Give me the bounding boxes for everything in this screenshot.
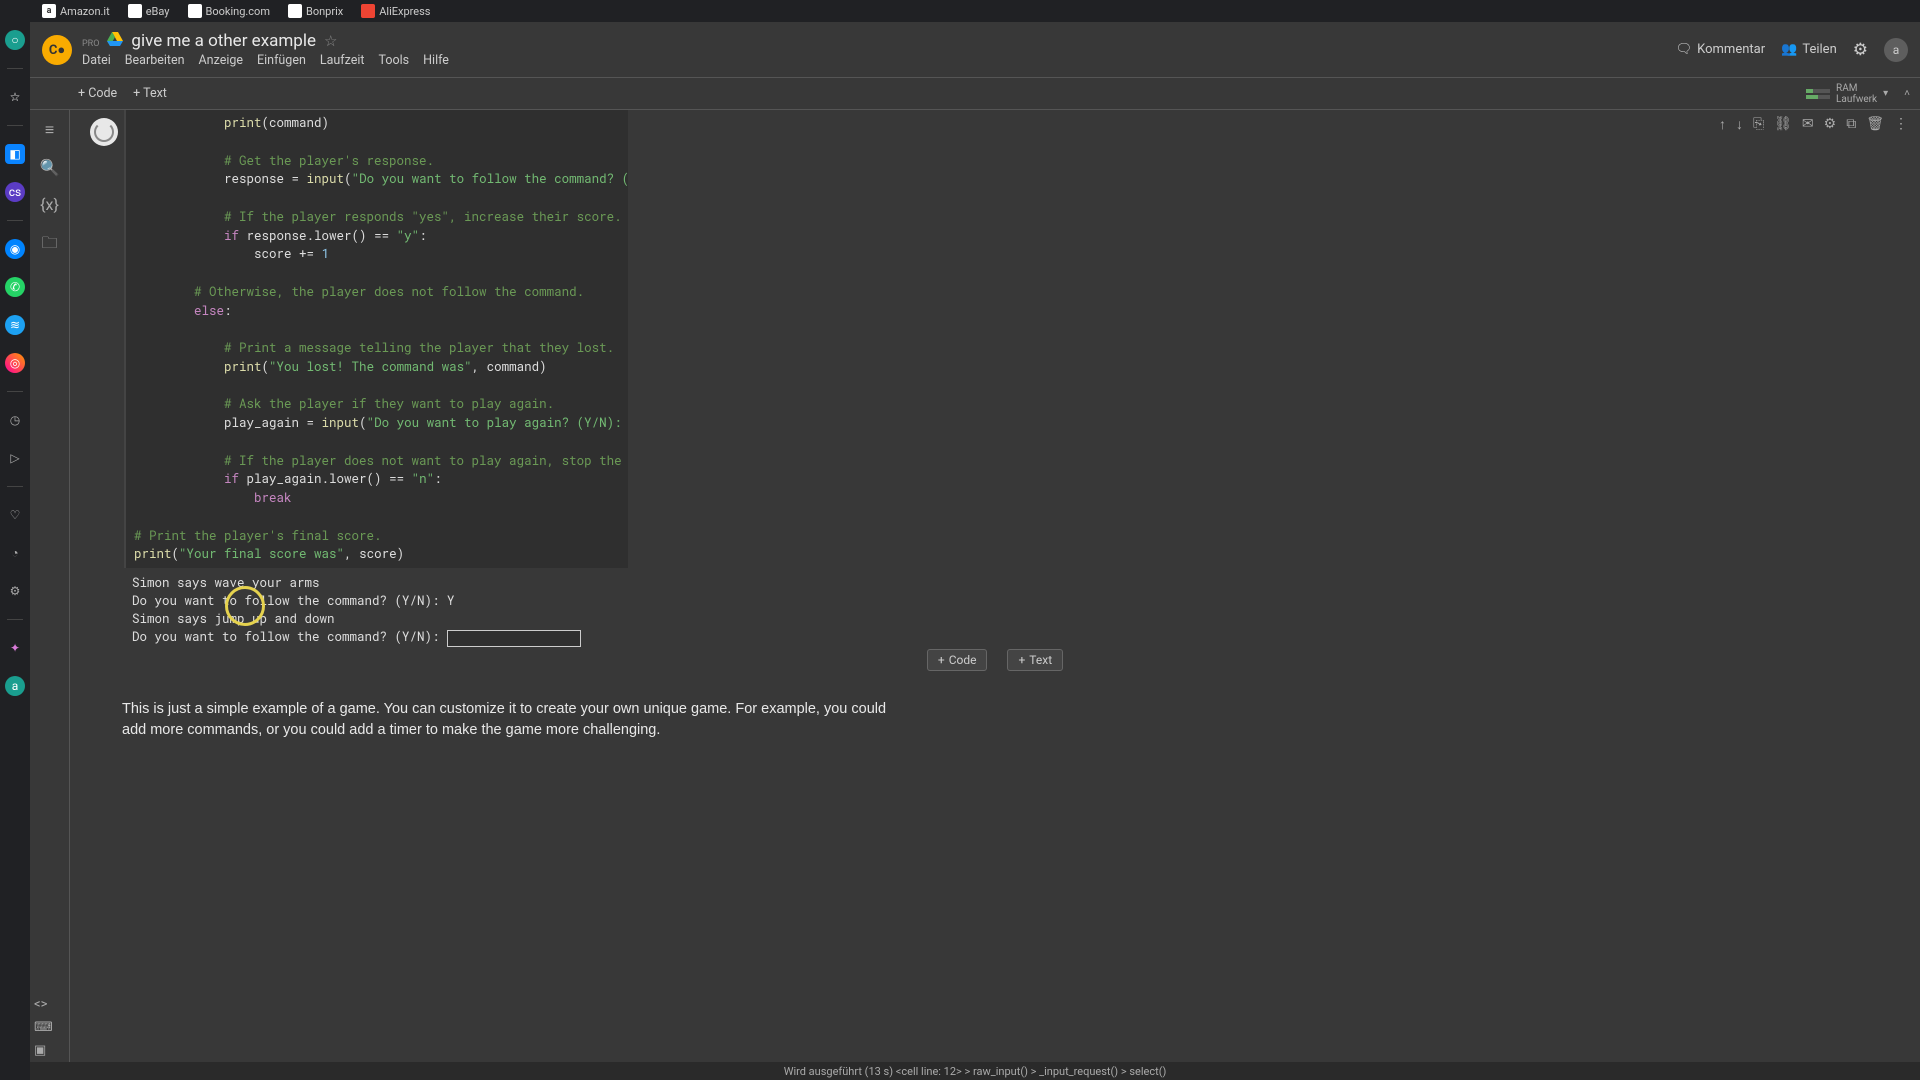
menu-bar: Datei Bearbeiten Anzeige Einfügen Laufzeit To… <box>82 53 1676 68</box>
rail-app-icon[interactable]: ○ <box>5 30 25 50</box>
rail-icon[interactable]: cs <box>5 182 25 202</box>
notebook-toolbar: + Code + Text RAMLaufwerk ▾ ˄ <box>30 78 1920 110</box>
menu-item[interactable]: Einfügen <box>257 53 306 68</box>
cell-action-icon[interactable]: 🗑 <box>1866 116 1884 133</box>
chevron-up-icon[interactable]: ˄ <box>1904 88 1910 99</box>
gear-icon[interactable]: ⚙ <box>1853 40 1868 60</box>
notebook-content: ↑ ↓ ⎘ ⛓ ✉ ⚙ ⧉ 🗑 ⋮ print(command) # Get the playe… <box>70 110 1920 1080</box>
rail-bell-icon[interactable]: ◔ <box>5 543 25 563</box>
bookmark-item[interactable]: a Amazon.it <box>36 4 116 18</box>
rail-gear-icon[interactable]: ⚙ <box>5 581 25 601</box>
colab-logo-icon[interactable]: C● <box>42 35 72 65</box>
cell-toolbar: ↑ ↓ ⎘ ⛓ ✉ ⚙ ⧉ 🗑 ⋮ <box>1719 116 1908 133</box>
cell-action-icon[interactable]: ⋮ <box>1894 116 1908 133</box>
colab-header: C● PRO give me a other example ☆ Datei Be… <box>30 22 1920 78</box>
folder-icon[interactable]: 🗀 <box>41 232 57 259</box>
bookmark-label: eBay <box>146 5 170 18</box>
favicon <box>128 4 142 18</box>
cell-action-icon[interactable]: ↓ <box>1736 116 1743 133</box>
menu-item[interactable]: Datei <box>82 53 111 68</box>
add-code-button[interactable]: + Code <box>78 86 117 101</box>
rail-clock-icon[interactable]: ◷ <box>5 410 25 430</box>
rail-avatar[interactable]: a <box>5 676 25 696</box>
rail-icon[interactable]: ◎ <box>5 353 25 373</box>
cell-output: Simon says wave your arms Do you want to… <box>124 568 1912 653</box>
insert-cell-band: +Code +Text <box>70 649 1920 671</box>
comment-icon: 🗨 <box>1676 42 1693 57</box>
status-bar: Wird ausgeführt (13 s) <cell line: 12> >… <box>30 1062 1920 1080</box>
cell-action-icon[interactable]: ⚙ <box>1824 116 1837 133</box>
menu-item[interactable]: Tools <box>379 53 410 68</box>
terminal-icon[interactable]: ▣ <box>34 1043 53 1058</box>
resource-indicator[interactable]: RAMLaufwerk ▾ ˄ <box>1806 83 1910 105</box>
insert-text-button[interactable]: +Text <box>1007 649 1063 671</box>
rail-heart-icon[interactable]: ♡ <box>5 505 25 525</box>
cell-action-icon[interactable]: ✉ <box>1802 116 1814 133</box>
rail-sparkle-icon[interactable]: ✦ <box>5 638 25 658</box>
left-sidebar-bottom: <> ⌨ ▣ <box>34 997 53 1058</box>
code-editor[interactable]: print(command) # Get the player's respon… <box>124 110 628 568</box>
bookmark-item[interactable]: eBay <box>122 4 176 18</box>
rail-icon[interactable]: ≋ <box>5 315 25 335</box>
add-text-button[interactable]: + Text <box>133 86 167 101</box>
left-sidebar: ≡ 🔍 {x} 🗀 <box>30 110 70 1080</box>
bookmark-label: Bonprix <box>306 5 343 18</box>
rail-icon[interactable]: ◉ <box>5 239 25 259</box>
browser-bookmarks-bar: a Amazon.it eBay Booking.com Bonprix AliExpre… <box>0 0 1920 22</box>
cell-action-icon[interactable]: ↑ <box>1719 116 1726 133</box>
favicon <box>288 4 302 18</box>
cell-action-icon[interactable]: ⧉ <box>1846 116 1856 133</box>
bookmark-item[interactable]: AliExpress <box>355 4 436 18</box>
insert-code-button[interactable]: +Code <box>927 649 988 671</box>
share-button[interactable]: 👥Teilen <box>1781 42 1837 57</box>
rail-icon[interactable]: ✆ <box>5 277 25 297</box>
run-cell-button[interactable] <box>90 118 118 146</box>
browser-side-rail: ○ ☆ ◧ cs ◉ ✆ ≋ ◎ ◷ ▷ ♡ ◔ ⚙ ✦ a <box>0 22 30 1080</box>
menu-item[interactable]: Anzeige <box>199 53 243 68</box>
comment-button[interactable]: 🗨Kommentar <box>1676 42 1766 57</box>
people-icon: 👥 <box>1781 42 1797 57</box>
cell-action-icon[interactable]: ⎘ <box>1753 116 1764 133</box>
chevron-down-icon[interactable]: ▾ <box>1883 88 1888 99</box>
bookmark-item[interactable]: Bonprix <box>282 4 349 18</box>
variables-icon[interactable]: {x} <box>40 195 59 214</box>
search-icon[interactable]: 🔍 <box>40 158 60 177</box>
drive-icon <box>107 32 123 50</box>
rail-icon[interactable]: ☆ <box>5 87 25 107</box>
pro-badge: PRO <box>82 39 99 49</box>
stdin-input[interactable] <box>447 630 581 647</box>
rail-icon[interactable]: ◧ <box>5 144 25 164</box>
bookmark-label: Amazon.it <box>60 5 110 18</box>
cell-action-icon[interactable]: ⛓ <box>1774 116 1792 133</box>
bookmark-label: Booking.com <box>206 5 270 18</box>
menu-item[interactable]: Bearbeiten <box>125 53 185 68</box>
bookmark-label: AliExpress <box>379 5 430 18</box>
toc-icon[interactable]: ≡ <box>45 120 54 140</box>
menu-item[interactable]: Hilfe <box>423 53 449 68</box>
star-icon[interactable]: ☆ <box>324 32 337 50</box>
spinner-icon <box>94 122 114 142</box>
rail-play-icon[interactable]: ▷ <box>5 448 25 468</box>
menu-item[interactable]: Laufzeit <box>320 53 365 68</box>
code-cell[interactable]: ↑ ↓ ⎘ ⛓ ✉ ⚙ ⧉ 🗑 ⋮ print(command) # Get the playe… <box>92 110 1912 653</box>
keyboard-icon[interactable]: ⌨ <box>34 1020 53 1035</box>
account-avatar[interactable]: a <box>1884 38 1908 62</box>
bookmark-item[interactable]: Booking.com <box>182 4 276 18</box>
code-icon[interactable]: <> <box>34 997 53 1012</box>
document-title[interactable]: give me a other example <box>131 31 316 51</box>
text-cell[interactable]: This is just a simple example of a game.… <box>122 699 902 741</box>
favicon <box>188 4 202 18</box>
favicon: a <box>42 4 56 18</box>
favicon <box>361 4 375 18</box>
